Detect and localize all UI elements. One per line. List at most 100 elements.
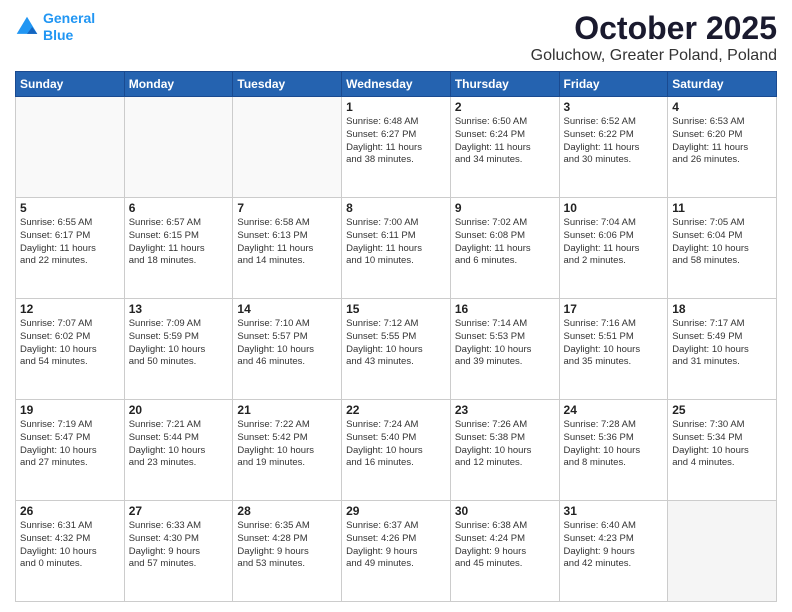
day-number: 12 — [20, 302, 120, 316]
table-row: 28 Sunrise: 6:35 AMSunset: 4:28 PMDayligh… — [233, 501, 342, 602]
cell-details: Sunrise: 7:26 AMSunset: 5:38 PMDaylight:… — [455, 419, 555, 470]
table-row: 19 Sunrise: 7:19 AMSunset: 5:47 PMDayligh… — [16, 400, 125, 501]
day-number: 25 — [672, 403, 772, 417]
page-subtitle: Goluchow, Greater Poland, Poland — [531, 47, 777, 65]
table-row: 15 Sunrise: 7:12 AMSunset: 5:55 PMDayligh… — [342, 299, 451, 400]
table-row: 10 Sunrise: 7:04 AMSunset: 6:06 PMDayligh… — [559, 198, 668, 299]
table-row: 24 Sunrise: 7:28 AMSunset: 5:36 PMDayligh… — [559, 400, 668, 501]
table-row: 14Sunrise: 7:10 AMSunset: 5:57 PMDayligh… — [233, 299, 342, 400]
title-block: October 2025 Goluchow, Greater Poland, P… — [531, 10, 777, 65]
logo-line2: Blue — [43, 27, 73, 43]
cell-details: Sunrise: 7:00 AMSunset: 6:11 PMDaylight:… — [346, 217, 446, 268]
day-number: 31 — [564, 504, 664, 518]
day-number: 27 — [129, 504, 229, 518]
table-row — [16, 97, 125, 198]
table-row: 26 Sunrise: 6:31 AMSunset: 4:32 PMDayligh… — [16, 501, 125, 602]
table-row: 9 Sunrise: 7:02 AMSunset: 6:08 PMDaylight… — [450, 198, 559, 299]
day-number: 22 — [346, 403, 446, 417]
table-row: 1Sunrise: 6:48 AMSunset: 6:27 PMDaylight… — [342, 97, 451, 198]
table-row: 23 Sunrise: 7:26 AMSunset: 5:38 PMDayligh… — [450, 400, 559, 501]
cell-details: Sunrise: 6:57 AMSunset: 6:15 PMDaylight:… — [129, 217, 229, 268]
cell-details: Sunrise: 6:35 AMSunset: 4:28 PMDaylight:… — [237, 520, 337, 571]
table-row: 12Sunrise: 7:07 AMSunset: 6:02 PMDayligh… — [16, 299, 125, 400]
cell-details: Sunrise: 6:33 AMSunset: 4:30 PMDaylight:… — [129, 520, 229, 571]
col-wednesday: Wednesday — [342, 72, 451, 97]
cell-details: Sunrise: 7:09 AMSunset: 5:59 PMDaylight:… — [129, 318, 229, 369]
day-number: 15 — [346, 302, 446, 316]
table-row: 20Sunrise: 7:21 AMSunset: 5:44 PMDayligh… — [124, 400, 233, 501]
day-number: 5 — [20, 201, 120, 215]
day-number: 11 — [672, 201, 772, 215]
table-row: 8 Sunrise: 7:00 AMSunset: 6:11 PMDaylight… — [342, 198, 451, 299]
table-row: 30Sunrise: 6:38 AMSunset: 4:24 PMDayligh… — [450, 501, 559, 602]
calendar-row-0: 1Sunrise: 6:48 AMSunset: 6:27 PMDaylight… — [16, 97, 777, 198]
table-row: 5 Sunrise: 6:55 AMSunset: 6:17 PMDaylight… — [16, 198, 125, 299]
col-friday: Friday — [559, 72, 668, 97]
table-row: 25 Sunrise: 7:30 AMSunset: 5:34 PMDayligh… — [668, 400, 777, 501]
cell-details: Sunrise: 7:05 AMSunset: 6:04 PMDaylight:… — [672, 217, 772, 268]
table-row: 21Sunrise: 7:22 AMSunset: 5:42 PMDayligh… — [233, 400, 342, 501]
calendar-row-1: 5 Sunrise: 6:55 AMSunset: 6:17 PMDaylight… — [16, 198, 777, 299]
col-tuesday: Tuesday — [233, 72, 342, 97]
day-number: 20 — [129, 403, 229, 417]
cell-details: Sunrise: 6:52 AMSunset: 6:22 PMDaylight:… — [564, 116, 664, 167]
table-row: 6 Sunrise: 6:57 AMSunset: 6:15 PMDaylight… — [124, 198, 233, 299]
day-number: 8 — [346, 201, 446, 215]
day-number: 28 — [237, 504, 337, 518]
header: General Blue October 2025 Goluchow, Grea… — [15, 10, 777, 65]
day-number: 21 — [237, 403, 337, 417]
cell-details: Sunrise: 6:37 AMSunset: 4:26 PMDaylight:… — [346, 520, 446, 571]
cell-details: Sunrise: 7:12 AMSunset: 5:55 PMDaylight:… — [346, 318, 446, 369]
table-row: 16 Sunrise: 7:14 AMSunset: 5:53 PMDayligh… — [450, 299, 559, 400]
col-saturday: Saturday — [668, 72, 777, 97]
col-monday: Monday — [124, 72, 233, 97]
cell-details: Sunrise: 6:50 AMSunset: 6:24 PMDaylight:… — [455, 116, 555, 167]
cell-details: Sunrise: 7:10 AMSunset: 5:57 PMDaylight:… — [237, 318, 337, 369]
day-number: 16 — [455, 302, 555, 316]
col-sunday: Sunday — [16, 72, 125, 97]
cell-details: Sunrise: 6:40 AMSunset: 4:23 PMDaylight:… — [564, 520, 664, 571]
logo-line1: General — [43, 10, 95, 26]
calendar-row-3: 19 Sunrise: 7:19 AMSunset: 5:47 PMDayligh… — [16, 400, 777, 501]
cell-details: Sunrise: 6:53 AMSunset: 6:20 PMDaylight:… — [672, 116, 772, 167]
day-number: 10 — [564, 201, 664, 215]
cell-details: Sunrise: 6:31 AMSunset: 4:32 PMDaylight:… — [20, 520, 120, 571]
day-number: 23 — [455, 403, 555, 417]
table-row: 22 Sunrise: 7:24 AMSunset: 5:40 PMDayligh… — [342, 400, 451, 501]
cell-details: Sunrise: 7:04 AMSunset: 6:06 PMDaylight:… — [564, 217, 664, 268]
table-row: 11 Sunrise: 7:05 AMSunset: 6:04 PMDayligh… — [668, 198, 777, 299]
cell-details: Sunrise: 6:58 AMSunset: 6:13 PMDaylight:… — [237, 217, 337, 268]
logo: General Blue — [15, 10, 95, 44]
cell-details: Sunrise: 6:55 AMSunset: 6:17 PMDaylight:… — [20, 217, 120, 268]
day-number: 26 — [20, 504, 120, 518]
calendar-row-4: 26 Sunrise: 6:31 AMSunset: 4:32 PMDayligh… — [16, 501, 777, 602]
table-row: 18Sunrise: 7:17 AMSunset: 5:49 PMDayligh… — [668, 299, 777, 400]
day-number: 9 — [455, 201, 555, 215]
cell-details: Sunrise: 7:17 AMSunset: 5:49 PMDaylight:… — [672, 318, 772, 369]
cell-details: Sunrise: 6:48 AMSunset: 6:27 PMDaylight:… — [346, 116, 446, 167]
day-number: 17 — [564, 302, 664, 316]
day-number: 19 — [20, 403, 120, 417]
cell-details: Sunrise: 7:19 AMSunset: 5:47 PMDaylight:… — [20, 419, 120, 470]
day-number: 24 — [564, 403, 664, 417]
day-number: 29 — [346, 504, 446, 518]
cell-details: Sunrise: 7:14 AMSunset: 5:53 PMDaylight:… — [455, 318, 555, 369]
table-row: 29 Sunrise: 6:37 AMSunset: 4:26 PMDayligh… — [342, 501, 451, 602]
day-number: 13 — [129, 302, 229, 316]
table-row: 31 Sunrise: 6:40 AMSunset: 4:23 PMDayligh… — [559, 501, 668, 602]
cell-details: Sunrise: 7:28 AMSunset: 5:36 PMDaylight:… — [564, 419, 664, 470]
day-number: 6 — [129, 201, 229, 215]
logo-text: General Blue — [43, 10, 95, 44]
cell-details: Sunrise: 7:02 AMSunset: 6:08 PMDaylight:… — [455, 217, 555, 268]
table-row: 13 Sunrise: 7:09 AMSunset: 5:59 PMDayligh… — [124, 299, 233, 400]
cell-details: Sunrise: 7:30 AMSunset: 5:34 PMDaylight:… — [672, 419, 772, 470]
calendar-table: Sunday Monday Tuesday Wednesday Thursday… — [15, 71, 777, 602]
page: General Blue October 2025 Goluchow, Grea… — [0, 0, 792, 612]
table-row — [668, 501, 777, 602]
logo-icon — [15, 15, 39, 39]
cell-details: Sunrise: 7:24 AMSunset: 5:40 PMDaylight:… — [346, 419, 446, 470]
table-row: 27 Sunrise: 6:33 AMSunset: 4:30 PMDayligh… — [124, 501, 233, 602]
table-row — [233, 97, 342, 198]
table-row: 7Sunrise: 6:58 AMSunset: 6:13 PMDaylight… — [233, 198, 342, 299]
day-number: 3 — [564, 100, 664, 114]
